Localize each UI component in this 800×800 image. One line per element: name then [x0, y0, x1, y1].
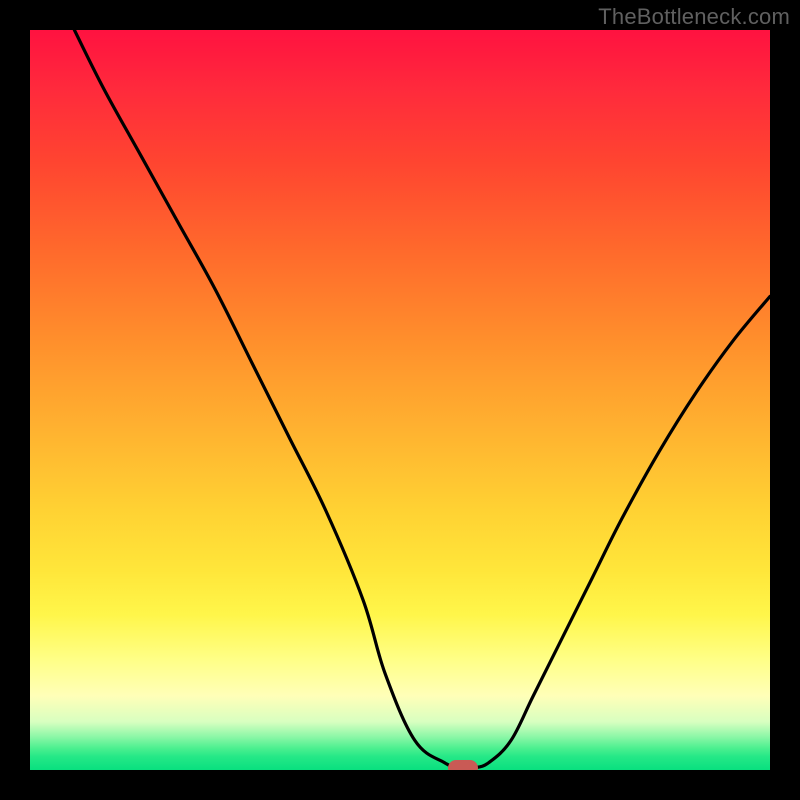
- chart-frame: TheBottleneck.com: [0, 0, 800, 800]
- curve-svg: [30, 30, 770, 770]
- plot-area: [30, 30, 770, 770]
- data-curve: [74, 30, 770, 768]
- watermark-text: TheBottleneck.com: [598, 4, 790, 30]
- minimum-marker: [448, 760, 478, 770]
